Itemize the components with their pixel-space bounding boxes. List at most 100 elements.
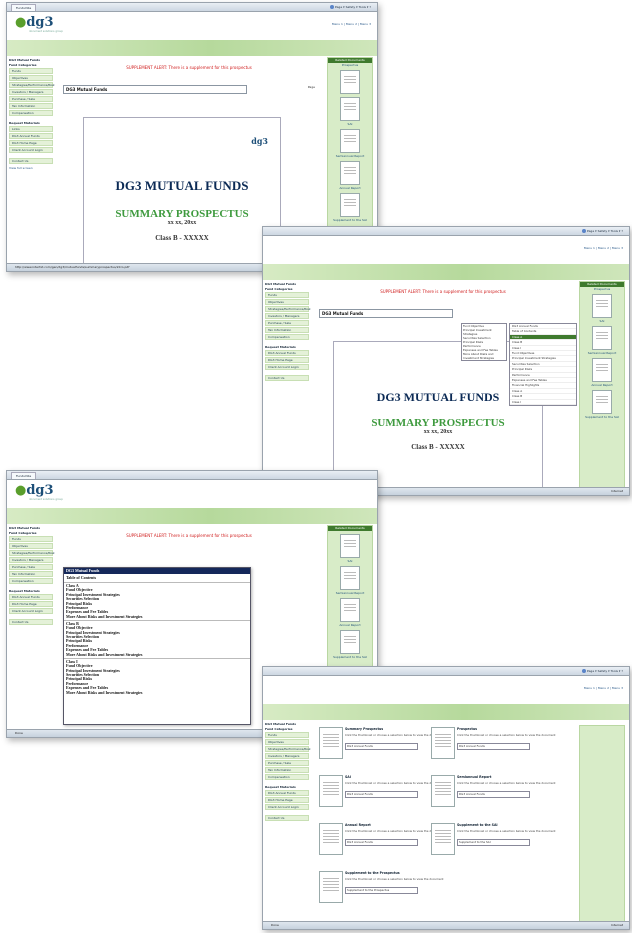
related-caption[interactable]: Annual Report: [328, 623, 372, 627]
card-thumbnail[interactable]: [431, 775, 455, 807]
sidebar-item[interactable]: DG3 Home Page: [9, 601, 53, 607]
related-caption[interactable]: SAI: [328, 122, 372, 126]
toc-item[interactable]: More About Risks and Investment Strategi…: [64, 614, 250, 619]
related-caption[interactable]: SAI: [580, 319, 624, 323]
related-caption[interactable]: Supplement to the SAI: [328, 655, 372, 659]
section-menu-item[interactable]: Class I: [510, 400, 576, 406]
sidebar-item[interactable]: Compensation: [9, 578, 53, 584]
browser-tab[interactable]: FundsVille: [11, 472, 37, 479]
sidebar-item[interactable]: Client Account Login: [265, 804, 309, 810]
sidebar-item[interactable]: Tax Information: [9, 103, 53, 109]
sidebar-item[interactable]: Objectives: [9, 75, 53, 81]
toc-header[interactable]: DG3 Mutual Funds: [64, 568, 250, 574]
sidebar-item[interactable]: Compensation: [265, 334, 309, 340]
sidebar-item[interactable]: Investors / Managers: [9, 89, 53, 95]
related-caption[interactable]: Prospectus: [580, 287, 624, 291]
browser-tab[interactable]: FundsVille: [11, 4, 37, 11]
sidebar-item[interactable]: Client Account Login: [9, 608, 53, 614]
related-caption[interactable]: Semiannual Report: [328, 154, 372, 158]
top-nav[interactable]: Menu 1 | Menu 2 | Menu 3: [332, 22, 371, 26]
sidebar-item[interactable]: Objectives: [9, 543, 53, 549]
fund-select[interactable]: DG3 Mutual Funds: [319, 309, 453, 318]
related-caption[interactable]: SAI: [328, 559, 372, 563]
sidebar-item[interactable]: Strategies/Performance/Risk: [265, 746, 311, 752]
sidebar-item[interactable]: Purchase / Sale: [9, 564, 53, 570]
contact-link[interactable]: Contact Us: [265, 375, 309, 381]
card-select[interactable]: DG3 Annual Funds: [345, 839, 418, 846]
sidebar-item[interactable]: Investors / Managers: [265, 313, 309, 319]
document-thumbnail[interactable]: [592, 294, 612, 318]
sidebar-item[interactable]: Links: [9, 126, 53, 132]
sidebar-item[interactable]: Compensation: [9, 110, 53, 116]
related-caption[interactable]: Supplement to the SAI: [328, 218, 372, 222]
help-icon[interactable]: [581, 669, 586, 673]
card-thumbnail[interactable]: [319, 871, 343, 903]
top-nav[interactable]: Menu 1 | Menu 2 | Menu 3: [584, 246, 623, 250]
supplement-alert[interactable]: SUPPLEMENT ALERT: There is a supplement …: [313, 289, 573, 294]
sidebar-item[interactable]: Funds: [265, 732, 309, 738]
sidebar-item[interactable]: Funds: [9, 68, 53, 74]
document-thumbnail[interactable]: [340, 566, 360, 590]
browser-toolbar[interactable]: Page ▾ Safety ▾ Tools ▾ ?: [581, 668, 623, 674]
help-icon[interactable]: [581, 229, 586, 233]
sidebar-item[interactable]: Purchase / Sale: [265, 320, 309, 326]
document-thumbnail[interactable]: [340, 534, 360, 558]
document-thumbnail[interactable]: [340, 129, 360, 153]
sidebar-item[interactable]: Tax Information: [9, 571, 53, 577]
dropdown-option[interactable]: More About Risks and Investment Strategi…: [462, 352, 506, 360]
sidebar-item[interactable]: Investors / Managers: [265, 753, 309, 759]
sidebar-item[interactable]: DG3 Annual Funds: [9, 594, 53, 600]
dg3-logo[interactable]: ●dg3: [15, 484, 54, 498]
document-thumbnail[interactable]: [592, 326, 612, 350]
browser-toolbar[interactable]: Page ▾ Safety ▾ Tools ▾ ?: [329, 4, 371, 10]
page-box[interactable]: Page: [308, 85, 315, 89]
section-dropdown[interactable]: Fund Objective Principal Investment Stra…: [461, 323, 507, 361]
card-thumbnail[interactable]: [319, 823, 343, 855]
sidebar-item[interactable]: Objectives: [265, 739, 309, 745]
related-caption[interactable]: Annual Report: [580, 383, 624, 387]
sidebar-item[interactable]: Funds: [9, 536, 53, 542]
card-select[interactable]: DG3 Annual Funds: [345, 791, 418, 798]
supplement-alert[interactable]: SUPPLEMENT ALERT: There is a supplement …: [57, 533, 321, 538]
print-link[interactable]: View full screen: [9, 166, 53, 170]
sidebar-item[interactable]: DG3 Home Page: [9, 140, 53, 146]
related-caption[interactable]: Annual Report: [328, 186, 372, 190]
related-caption[interactable]: Semiannual Report: [328, 591, 372, 595]
card-select[interactable]: Supplement to the SAI: [457, 839, 530, 846]
document-thumbnail[interactable]: [340, 161, 360, 185]
help-icon[interactable]: [329, 5, 334, 9]
sidebar-item[interactable]: Objectives: [265, 299, 309, 305]
document-thumbnail[interactable]: [340, 97, 360, 121]
related-caption[interactable]: Prospectus: [328, 63, 372, 67]
sidebar-item[interactable]: DG3 Annual Funds: [265, 790, 309, 796]
sidebar-item[interactable]: Strategies/Performance/Risk: [9, 82, 55, 88]
table-of-contents[interactable]: DG3 Mutual Funds Table of Contents Class…: [63, 567, 251, 725]
sidebar-item[interactable]: Client Account Login: [265, 364, 309, 370]
document-thumbnail[interactable]: [592, 358, 612, 382]
dropdown-option[interactable]: Principal Investment Strategies: [462, 328, 506, 336]
card-thumbnail[interactable]: [319, 727, 343, 759]
toc-item[interactable]: More About Risks and Investment Strategi…: [64, 690, 250, 695]
contact-link[interactable]: Contact Us: [9, 158, 53, 164]
fund-select[interactable]: DG3 Mutual Funds: [63, 85, 247, 94]
dg3-logo[interactable]: ●dg3: [15, 16, 54, 30]
sidebar-item[interactable]: Purchase / Sale: [265, 760, 309, 766]
contact-link[interactable]: Contact Us: [265, 815, 309, 821]
sidebar-item[interactable]: DG3 Home Page: [265, 797, 309, 803]
sidebar-item[interactable]: DG3 Home Page: [265, 357, 309, 363]
toc-item[interactable]: More About Risks and Investment Strategi…: [64, 652, 250, 657]
section-menu[interactable]: DG3 Annual Funds Table of Contents Class…: [509, 323, 577, 407]
card-select[interactable]: DG3 Annual Funds: [345, 743, 418, 750]
sidebar-item[interactable]: Strategies/Performance/Risk: [9, 550, 55, 556]
browser-toolbar[interactable]: Page ▾ Safety ▾ Tools ▾ ?: [581, 228, 623, 234]
sidebar-item[interactable]: Strategies/Performance/Risk: [265, 306, 311, 312]
sidebar-item[interactable]: Funds: [265, 292, 309, 298]
card-select[interactable]: Supplement to the Prospectus: [345, 887, 418, 894]
supplement-alert[interactable]: SUPPLEMENT ALERT: There is a supplement …: [57, 65, 321, 70]
sidebar-item[interactable]: Tax Information: [265, 327, 309, 333]
sidebar-item[interactable]: Investors / Managers: [9, 557, 53, 563]
card-thumbnail[interactable]: [431, 823, 455, 855]
sidebar-item[interactable]: DG3 Annual Funds: [9, 133, 53, 139]
document-thumbnail[interactable]: [340, 70, 360, 94]
document-thumbnail[interactable]: [592, 390, 612, 414]
